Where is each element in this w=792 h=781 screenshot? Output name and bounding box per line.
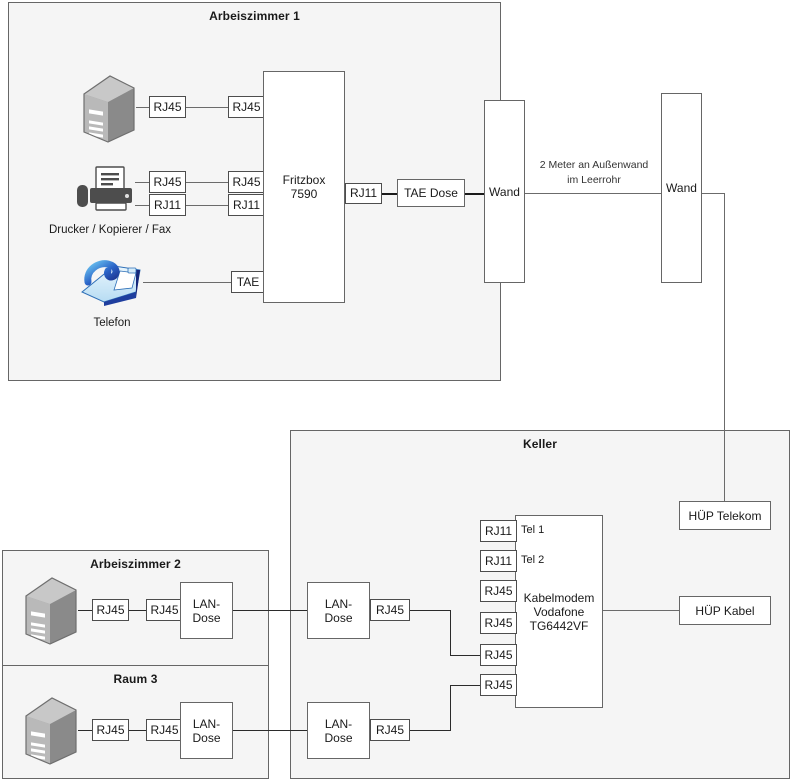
- room-title-keller: Keller: [523, 437, 557, 451]
- annotation-leerrohr: 2 Meter an Außenwand im Leerrohr: [539, 159, 649, 186]
- port-label: RJ45: [153, 99, 182, 114]
- port-label: RJ45: [232, 99, 261, 114]
- line-keller-bottom-rj45-v: [450, 685, 451, 731]
- port-label: RJ45: [484, 677, 513, 692]
- port-label: RJ45: [150, 722, 179, 737]
- telephone-icon: [78, 258, 144, 306]
- server-tower-icon: [80, 72, 138, 144]
- device-tae-dose[interactable]: TAE Dose: [397, 179, 465, 207]
- line-printer-to-rj45: [135, 182, 149, 183]
- port-modem-lan2[interactable]: RJ45: [480, 612, 517, 634]
- line-landose-az2-to-keller: [233, 610, 307, 611]
- line-wand1-to-wand2: [525, 193, 661, 194]
- device-wand-2[interactable]: Wand: [661, 93, 702, 283]
- port-fritzbox-lan1[interactable]: RJ45: [228, 96, 265, 118]
- line-landose-r3-to-keller: [233, 730, 307, 731]
- line-wand2-to-corner: [702, 193, 725, 194]
- device-lan-dose-r3[interactable]: LAN- Dose: [180, 702, 233, 759]
- port-modem-lan3[interactable]: RJ45: [480, 644, 517, 666]
- room-title-arbeiszimmer-1: Arbeiszimmer 1: [209, 9, 300, 23]
- port-fritzbox-lan2[interactable]: RJ45: [228, 171, 265, 193]
- device-huep-kabel[interactable]: HÜP Kabel: [679, 596, 771, 625]
- port-label: RJ45: [96, 722, 125, 737]
- device-lan-dose-keller-bottom[interactable]: LAN- Dose: [307, 702, 370, 759]
- line-pc2-rj45-to-landose: [129, 610, 146, 611]
- port-label: TAE: [236, 274, 260, 289]
- server-tower-icon: [22, 574, 80, 646]
- port-modem-lan1[interactable]: RJ45: [480, 580, 517, 602]
- port-label: RJ45: [375, 602, 404, 617]
- line-printer-rj45-to-fritzbox: [186, 182, 228, 183]
- line-telefon-to-tae: [143, 282, 231, 283]
- device-lan-dose-keller-top[interactable]: LAN- Dose: [307, 582, 370, 639]
- port-lan-dose-az2-rj45[interactable]: RJ45: [146, 599, 183, 621]
- port-label: RJ11: [349, 186, 378, 200]
- port-fritzbox-tae[interactable]: TAE: [231, 271, 265, 293]
- port-label: RJ45: [484, 647, 513, 662]
- device-kabelmodem[interactable]: Kabelmodem Vodafone TG6442VF: [515, 515, 603, 708]
- line-keller-bottom-rj45-h1: [410, 730, 451, 731]
- port-printer-rj11[interactable]: RJ11: [149, 194, 186, 216]
- port-label: RJ11: [153, 197, 182, 212]
- port-name-tel1: Tel 1: [521, 524, 545, 536]
- line-printer-rj11-to-fritzbox: [186, 205, 228, 206]
- port-modem-lan4[interactable]: RJ45: [480, 674, 517, 696]
- port-fritzbox-dsl[interactable]: RJ11: [345, 183, 382, 204]
- port-label: RJ45: [96, 602, 125, 617]
- line-keller-top-rj45-v: [450, 610, 451, 656]
- port-pc3-rj45[interactable]: RJ45: [92, 719, 129, 741]
- port-printer-rj45[interactable]: RJ45: [149, 171, 186, 193]
- line-printer-to-rj11: [135, 205, 149, 206]
- port-label: RJ11: [484, 553, 513, 568]
- room-title-raum-3: Raum 3: [113, 672, 158, 686]
- port-pc2-rj45[interactable]: RJ45: [92, 599, 129, 621]
- line-pc1-rj45-to-fritzbox: [186, 107, 228, 108]
- line-tae-dose-to-wand1: [465, 193, 485, 195]
- port-fritzbox-fon[interactable]: RJ11: [228, 194, 265, 216]
- line-kabelmodem-to-huep-kabel: [603, 610, 679, 611]
- port-label: RJ45: [375, 722, 404, 737]
- printer-label: Drucker / Kopierer / Fax: [48, 224, 172, 236]
- port-label: RJ11: [232, 197, 261, 212]
- line-keller-top-rj45-h1: [410, 610, 451, 611]
- device-wand-1[interactable]: Wand: [484, 100, 525, 283]
- printer-icon: [76, 166, 136, 214]
- port-label: RJ45: [232, 174, 261, 189]
- server-tower-icon: [22, 694, 80, 766]
- port-name-tel2: Tel 2: [521, 554, 545, 566]
- port-label: RJ11: [484, 523, 513, 538]
- device-lan-dose-az2[interactable]: LAN- Dose: [180, 582, 233, 639]
- line-corner-to-huep-telekom: [724, 193, 725, 501]
- port-label: RJ45: [484, 583, 513, 598]
- port-label: RJ45: [484, 615, 513, 630]
- port-modem-tel1[interactable]: RJ11: [480, 520, 517, 542]
- diagram-canvas: Arbeiszimmer 1 Keller Arbeiszimmer 2 Rau…: [0, 0, 792, 781]
- telefon-label: Telefon: [93, 317, 131, 329]
- device-fritzbox-7590[interactable]: Fritzbox 7590: [263, 71, 345, 303]
- port-label: RJ45: [153, 174, 182, 189]
- line-pc3-to-port: [78, 730, 92, 731]
- line-pc3-rj45-to-landose: [129, 730, 146, 731]
- port-lan-dose-keller-top-rj45[interactable]: RJ45: [370, 599, 410, 621]
- device-huep-telekom[interactable]: HÜP Telekom: [679, 501, 771, 530]
- port-label: RJ45: [150, 602, 179, 617]
- line-keller-bottom-rj45-h2: [450, 685, 480, 686]
- line-pc2-to-port: [78, 610, 92, 611]
- line-fritzbox-rj11-to-tae-dose: [382, 193, 397, 195]
- port-lan-dose-keller-bottom-rj45[interactable]: RJ45: [370, 719, 410, 741]
- line-keller-top-rj45-h2: [450, 655, 480, 656]
- room-title-arbeiszimmer-2: Arbeiszimmer 2: [90, 557, 181, 571]
- port-lan-dose-r3-rj45[interactable]: RJ45: [146, 719, 183, 741]
- port-modem-tel2[interactable]: RJ11: [480, 550, 517, 572]
- port-pc1-rj45[interactable]: RJ45: [149, 96, 186, 118]
